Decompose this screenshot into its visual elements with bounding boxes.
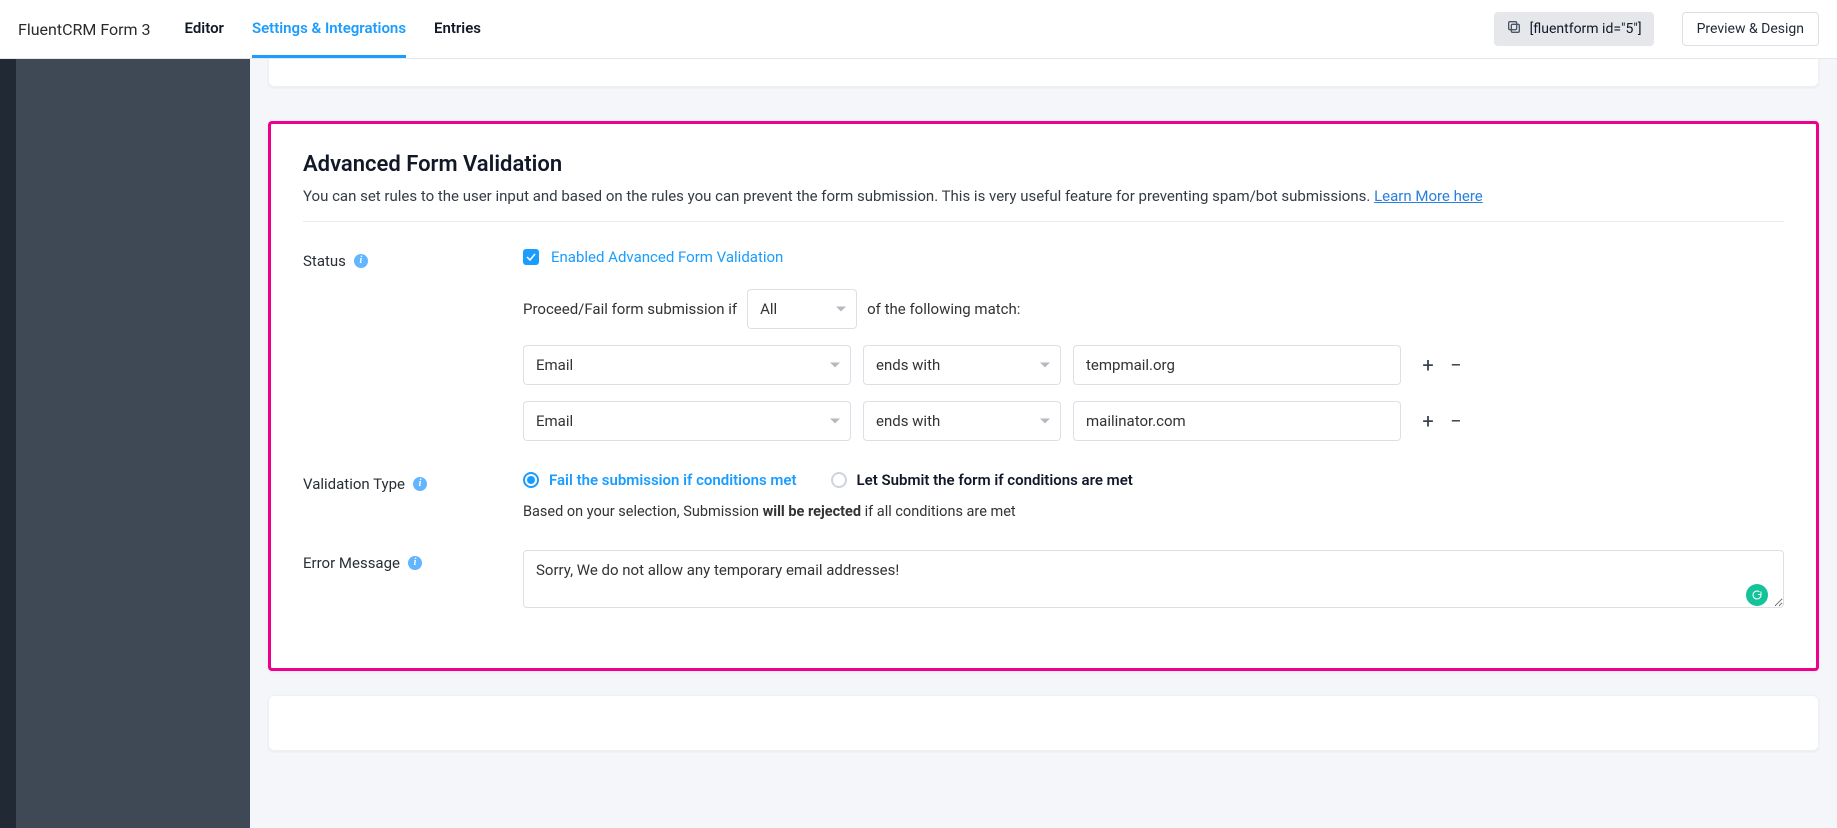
chevron-down-icon <box>830 419 840 424</box>
enable-validation-checkbox[interactable]: Enabled Advanced Form Validation <box>523 248 783 266</box>
topbar: FluentCRM Form 3 Editor Settings & Integ… <box>0 0 1837 59</box>
card-above-placeholder <box>268 59 1819 87</box>
rule-value-input[interactable] <box>1073 401 1401 441</box>
app-title: FluentCRM Form 3 <box>18 20 151 39</box>
learn-more-link[interactable]: Learn More here <box>1374 187 1483 205</box>
settings-sidebar <box>16 59 250 828</box>
chevron-down-icon <box>1040 363 1050 368</box>
shell: Advanced Form Validation You can set rul… <box>0 59 1837 828</box>
validation-type-help: Based on your selection, Submission will… <box>523 503 1784 520</box>
chevron-down-icon <box>830 363 840 368</box>
info-icon[interactable]: i <box>408 556 422 570</box>
match-mode-sentence: Proceed/Fail form submission if All of t… <box>523 289 1784 329</box>
status-row: Status i Enabled Advanced Form Validatio… <box>303 248 1784 441</box>
tab-editor[interactable]: Editor <box>185 0 224 58</box>
card-divider <box>303 221 1784 222</box>
remove-rule-button[interactable]: − <box>1447 356 1465 374</box>
error-message-label: Error Message i <box>303 550 523 572</box>
info-icon[interactable]: i <box>354 254 368 268</box>
rule-value-input[interactable] <box>1073 345 1401 385</box>
status-label: Status i <box>303 248 523 270</box>
error-message-textarea[interactable] <box>523 550 1784 608</box>
validation-type-pass-radio[interactable]: Let Submit the form if conditions are me… <box>831 471 1133 489</box>
tab-entries[interactable]: Entries <box>434 0 481 58</box>
card-below-placeholder <box>268 695 1819 751</box>
rule-row: Email ends with + − <box>523 345 1784 385</box>
tab-settings-integrations[interactable]: Settings & Integrations <box>252 0 406 58</box>
grammarly-icon[interactable] <box>1746 584 1768 606</box>
add-rule-button[interactable]: + <box>1419 356 1437 374</box>
rule-row: Email ends with + − <box>523 401 1784 441</box>
chevron-down-icon <box>836 307 846 312</box>
content: Advanced Form Validation You can set rul… <box>250 59 1837 828</box>
rule-field-select[interactable]: Email <box>523 401 851 441</box>
remove-rule-button[interactable]: − <box>1447 412 1465 430</box>
copy-icon <box>1506 19 1522 39</box>
advanced-validation-card: Advanced Form Validation You can set rul… <box>268 121 1819 671</box>
shortcode-badge[interactable]: [fluentform id="5"] <box>1494 12 1654 46</box>
rule-operator-select[interactable]: ends with <box>863 401 1061 441</box>
preview-design-button[interactable]: Preview & Design <box>1682 12 1819 46</box>
rule-operator-select[interactable]: ends with <box>863 345 1061 385</box>
rule-field-select[interactable]: Email <box>523 345 851 385</box>
radio-unselected-icon <box>831 472 847 488</box>
wp-admin-rail <box>0 59 16 828</box>
add-rule-button[interactable]: + <box>1419 412 1437 430</box>
chevron-down-icon <box>1040 419 1050 424</box>
validation-type-row: Validation Type i Fail the submission if… <box>303 471 1784 520</box>
info-icon[interactable]: i <box>413 477 427 491</box>
validation-type-label: Validation Type i <box>303 471 523 493</box>
error-message-row: Error Message i <box>303 550 1784 612</box>
radio-selected-icon <box>523 472 539 488</box>
card-lead: You can set rules to the user input and … <box>303 187 1784 205</box>
checkbox-checked-icon <box>523 249 539 265</box>
card-title: Advanced Form Validation <box>303 152 1784 177</box>
shortcode-text: [fluentform id="5"] <box>1530 21 1642 37</box>
match-mode-select[interactable]: All <box>747 289 857 329</box>
tabs: Editor Settings & Integrations Entries <box>185 0 481 58</box>
validation-type-fail-radio[interactable]: Fail the submission if conditions met <box>523 471 797 489</box>
